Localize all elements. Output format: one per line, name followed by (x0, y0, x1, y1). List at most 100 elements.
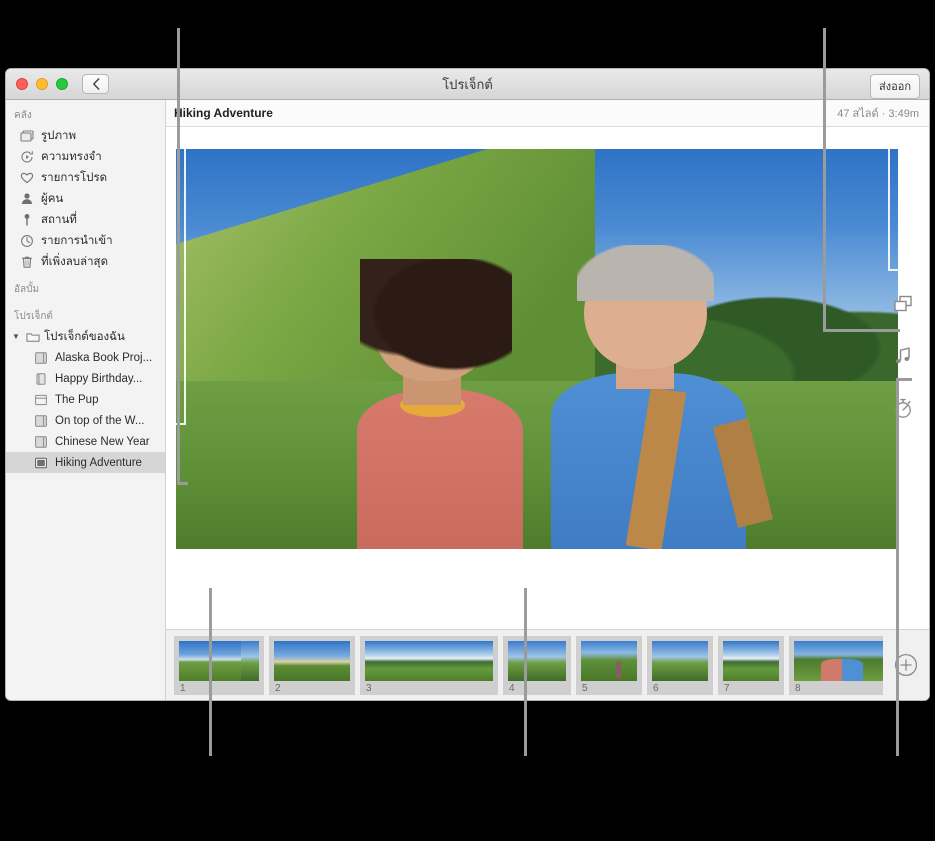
memories-icon (20, 150, 34, 164)
clip-thumb (241, 640, 259, 681)
callout-music-vertical (896, 378, 899, 756)
project-meta: 47 สไลด์ · 3:49m (837, 108, 919, 120)
person-icon (20, 192, 34, 206)
themes-button[interactable] (888, 289, 918, 319)
filmstrip-clip[interactable]: 8 (789, 635, 883, 695)
sidebar-item-label: สถานที่ (41, 213, 77, 226)
photo-woman-hair (360, 259, 512, 379)
clip-number: 2 (275, 682, 281, 694)
clip-thumbnails (179, 640, 259, 681)
themes-icon (894, 295, 912, 312)
chevron-left-icon (92, 78, 99, 90)
sidebar-item-label: Hiking Adventure (55, 456, 142, 469)
duration-button[interactable] (888, 393, 918, 423)
sidebar-item-label: The Pup (55, 393, 99, 406)
trash-icon (20, 255, 34, 269)
filmstrip-clip[interactable]: 2 (269, 635, 355, 695)
sidebar-item-on-top-of-the-world[interactable]: On top of the W... (6, 410, 165, 431)
clip-number: 8 (795, 682, 801, 694)
zoom-icon[interactable] (56, 78, 68, 90)
slide-preview-image[interactable] (176, 149, 898, 549)
sidebar-item-label: ผู้คน (41, 192, 64, 205)
filmstrip-clip[interactable]: 7 (718, 635, 784, 695)
sidebar-section-header-projects: โปรเจ็กต์ (14, 311, 53, 322)
sidebar-item-the-pup[interactable]: The Pup (6, 389, 165, 410)
clip-number: 1 (180, 682, 186, 694)
sidebar-item-favorites[interactable]: รายการโปรด (6, 167, 165, 188)
clip-thumb (794, 640, 883, 681)
clock-icon (20, 234, 34, 248)
clip-thumb (652, 640, 708, 681)
screenshot-root: โปรเจ็กต์ ส่งออก คลัง รูปภาพ ความทรงจำ ร… (0, 0, 935, 841)
clip-thumbnails (508, 640, 566, 681)
sidebar-item-label: Alaska Book Proj... (55, 351, 153, 364)
filmstrip-clip[interactable]: 4 (503, 635, 571, 695)
sidebar-section-header-albums: อัลบั้ม (14, 284, 40, 295)
window-title: โปรเจ็กต์ (442, 76, 493, 92)
sidebar-item-label: รายการนำเข้า (41, 234, 113, 247)
sidebar-item-label: ความทรงจำ (41, 150, 102, 163)
export-button[interactable]: ส่งออก (870, 74, 920, 99)
heart-icon (20, 171, 34, 185)
close-icon[interactable] (16, 78, 28, 90)
sidebar-item-label: Chinese New Year (55, 435, 150, 448)
slideshow-icon (34, 456, 48, 470)
pin-icon (20, 213, 34, 227)
callout-selected-project-vertical (177, 28, 180, 483)
page-title: Hiking Adventure (174, 106, 273, 120)
traffic-lights (16, 78, 68, 90)
filmstrip-clip[interactable]: 3 (360, 635, 498, 695)
callout-selected-project-horizontal (177, 482, 188, 485)
main-content: Hiking Adventure 47 สไลด์ · 3:49m (166, 100, 929, 700)
book-icon (34, 414, 48, 428)
filmstrip[interactable]: 1 2 3 4 5 6 7 8 (166, 629, 929, 700)
preview-stage: ตัวอย่าง (166, 127, 929, 700)
book-icon (34, 435, 48, 449)
book-icon (34, 351, 48, 365)
clip-number: 3 (366, 682, 372, 694)
clip-thumbnails (365, 640, 493, 681)
back-button[interactable] (82, 74, 109, 94)
window-titlebar: โปรเจ็กต์ ส่งออก (6, 69, 929, 100)
sidebar-item-people[interactable]: ผู้คน (6, 188, 165, 209)
minimize-icon[interactable] (36, 78, 48, 90)
sidebar: คลัง รูปภาพ ความทรงจำ รายการโปรด ผู้คน ส… (6, 100, 166, 700)
callout-music-horizontal (896, 378, 912, 381)
photos-app-window: โปรเจ็กต์ ส่งออก คลัง รูปภาพ ความทรงจำ ร… (5, 68, 930, 701)
callout-themes-horizontal (823, 329, 900, 332)
add-clip-button[interactable] (883, 653, 929, 677)
sidebar-item-label: รูปภาพ (41, 129, 77, 142)
sidebar-group-my-projects[interactable]: ▼ โปรเจ็กต์ของฉัน (6, 326, 165, 347)
clip-thumbnails (581, 640, 637, 681)
sidebar-item-label: รายการโปรด (41, 171, 108, 184)
sidebar-item-photos[interactable]: รูปภาพ (6, 125, 165, 146)
sidebar-item-alaska-book-project[interactable]: Alaska Book Proj... (6, 347, 165, 368)
clip-number: 6 (653, 682, 659, 694)
sidebar-item-chinese-new-year[interactable]: Chinese New Year (6, 431, 165, 452)
sidebar-group-label: โปรเจ็กต์ของฉัน (44, 330, 125, 343)
clip-thumb (365, 640, 493, 681)
sidebar-item-imports[interactable]: รายการนำเข้า (6, 230, 165, 251)
sidebar-item-label: Happy Birthday... (55, 372, 143, 385)
filmstrip-clip[interactable]: 1 (174, 635, 264, 695)
filmstrip-clip[interactable]: 6 (647, 635, 713, 695)
sidebar-item-places[interactable]: สถานที่ (6, 209, 165, 230)
clip-thumb (581, 640, 637, 681)
clip-thumbnails (794, 640, 883, 681)
music-button[interactable] (888, 341, 918, 371)
sidebar-item-hiking-adventure[interactable]: Hiking Adventure (6, 452, 165, 473)
filmstrip-clip[interactable]: 5 (576, 635, 642, 695)
sidebar-item-recently-deleted[interactable]: ที่เพิ่งลบล่าสุด (6, 251, 165, 272)
clip-thumbnails (652, 640, 708, 681)
disclosure-triangle-icon[interactable]: ▼ (12, 332, 22, 341)
clip-number: 5 (582, 682, 588, 694)
clip-number: 4 (509, 682, 515, 694)
photos-icon (20, 129, 34, 143)
sidebar-item-memories[interactable]: ความทรงจำ (6, 146, 165, 167)
clip-thumbnails (274, 640, 350, 681)
project-header: Hiking Adventure 47 สไลด์ · 3:49m (166, 100, 929, 127)
sidebar-item-label: On top of the W... (55, 414, 145, 427)
sidebar-item-happy-birthday[interactable]: Happy Birthday... (6, 368, 165, 389)
sidebar-section-header-library: คลัง (14, 110, 32, 121)
callout-play-vertical (524, 588, 527, 756)
